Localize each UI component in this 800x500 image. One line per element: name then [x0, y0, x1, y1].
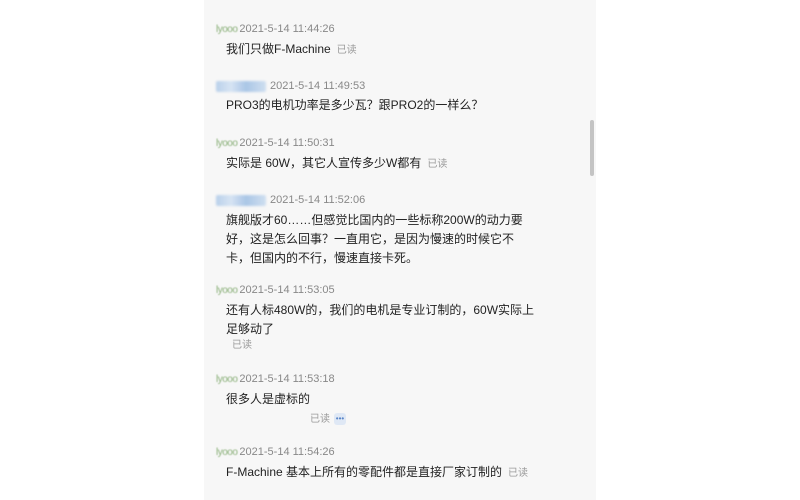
read-receipt: 已读 — [336, 45, 357, 56]
message-text: 实际是 60W，其它人宣传多少W都有 已读 — [226, 154, 544, 174]
message-timestamp: 2021-5-14 11:50:31 — [239, 137, 335, 149]
message-header: lyooo 2021-5-14 11:44:26 — [216, 22, 335, 36]
message-timestamp: 2021-5-14 11:44:26 — [239, 23, 335, 35]
message-text: F-Machine 基本上所有的零配件都是直接厂家订制的 已读 — [226, 463, 544, 483]
message-text: 我们只做F-Machine 已读 — [226, 40, 544, 60]
read-receipt: 已读 — [427, 159, 448, 170]
read-receipt: 已读 — [232, 340, 252, 351]
sender-name: lyooo — [216, 284, 238, 296]
message-header: lyooo 2021-5-14 11:54:26 — [216, 445, 335, 459]
read-receipt: 已读 — [310, 414, 330, 425]
message-header: 2021-5-14 11:49:53 — [216, 79, 365, 93]
message-header: lyooo 2021-5-14 11:50:31 — [216, 136, 335, 150]
sender-name: lyooo — [216, 23, 238, 35]
read-receipt: 已读 — [508, 468, 529, 479]
message-text: 还有人标480W的，我们的电机是专业订制的，60W实际上足够动了 — [226, 301, 538, 339]
message-timestamp: 2021-5-14 11:49:53 — [270, 80, 366, 92]
message-body: PRO3的电机功率是多少瓦？跟PRO2的一样么？ — [226, 98, 484, 112]
message-body: 还有人标480W的，我们的电机是专业订制的，60W实际上足够动了 — [226, 303, 535, 336]
sender-name: lyooo — [216, 137, 238, 149]
message-timestamp: 2021-5-14 11:54:26 — [239, 446, 335, 458]
sender-name: lyooo — [216, 446, 238, 458]
chat-panel: lyooo 2021-5-14 11:44:26 我们只做F-Machine 已读… — [204, 0, 596, 500]
message-timestamp: 2021-5-14 11:53:18 — [239, 373, 335, 385]
message-body: 我们只做F-Machine — [226, 42, 331, 56]
message-body: 很多人是虚标的 — [226, 392, 311, 406]
more-options-icon[interactable]: ••• — [334, 413, 346, 426]
message-body: 旗舰版才60……但感觉比国内的一些标称200W的动力要好，这是怎么回事？一直用它… — [226, 213, 523, 265]
blurred-sender-name — [216, 194, 266, 206]
sender-name: lyooo — [216, 373, 238, 385]
message-body: 实际是 60W，其它人宣传多少W都有 — [226, 156, 422, 170]
message-header: lyooo 2021-5-14 11:53:18 — [216, 372, 335, 386]
message-header: 2021-5-14 11:52:06 — [216, 193, 365, 207]
scrollbar-thumb[interactable] — [590, 120, 594, 176]
message-timestamp: 2021-5-14 11:53:05 — [239, 284, 335, 296]
message-timestamp: 2021-5-14 11:52:06 — [270, 194, 366, 206]
message-text: 旗舰版才60……但感觉比国内的一些标称200W的动力要好，这是怎么回事？一直用它… — [226, 211, 532, 268]
message-header: lyooo 2021-5-14 11:53:05 — [216, 283, 335, 297]
read-status-row: 已读 ••• — [310, 410, 346, 426]
message-text: 很多人是虚标的 — [226, 390, 544, 409]
message-text: PRO3的电机功率是多少瓦？跟PRO2的一样么？ — [226, 96, 544, 115]
blurred-sender-name — [216, 80, 266, 92]
message-body: F-Machine 基本上所有的零配件都是直接厂家订制的 — [226, 465, 503, 479]
